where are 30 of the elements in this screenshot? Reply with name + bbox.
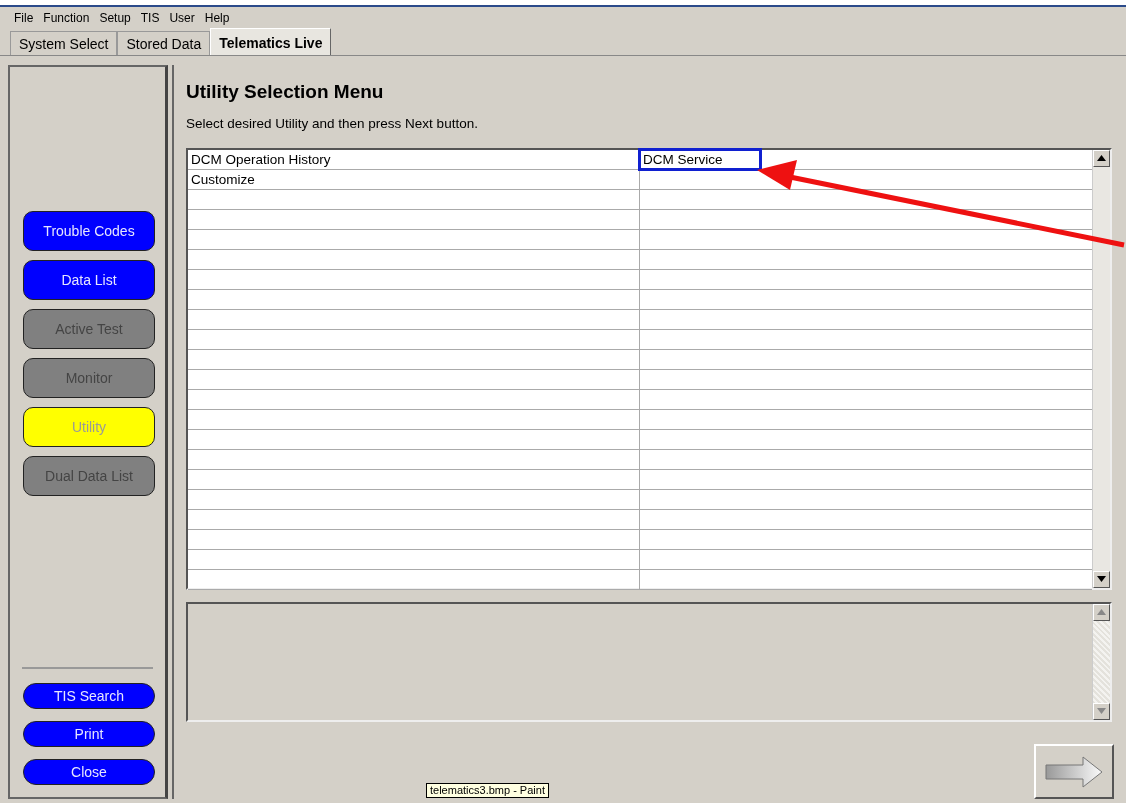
scroll-up-button[interactable] [1093, 149, 1110, 167]
menu-item[interactable]: Help [204, 10, 230, 26]
table-cell[interactable]: DCM Operation History [188, 149, 640, 169]
menu-item[interactable]: File [14, 10, 34, 26]
tooltip: telematics3.bmp - Paint [426, 783, 549, 798]
next-button[interactable] [1034, 744, 1114, 799]
function-button[interactable]: Data List [23, 260, 155, 300]
tab[interactable]: Stored Data [117, 31, 211, 55]
down-arrow-icon [1097, 708, 1106, 715]
menu-item[interactable]: Function [43, 10, 90, 26]
highlighted-cell[interactable]: DCM Service [640, 149, 760, 169]
tab[interactable]: Telematics Live [210, 28, 332, 55]
menu-item[interactable]: Setup [99, 10, 131, 26]
menu-item[interactable]: TIS [140, 10, 160, 26]
tab[interactable]: System Select [10, 31, 118, 55]
menu-title: Utility Selection Menu [186, 80, 385, 104]
tool-button[interactable]: TIS Search [23, 683, 155, 709]
scroll-down-button[interactable] [1093, 702, 1110, 720]
scroll-down-button[interactable] [1093, 570, 1110, 588]
menu-item[interactable]: User [169, 10, 195, 26]
tool-button[interactable]: Print [23, 721, 155, 747]
function-button[interactable]: Trouble Codes [23, 211, 155, 251]
arrow-icon [1045, 755, 1103, 788]
up-arrow-icon [1097, 609, 1106, 616]
down-arrow-icon [1097, 576, 1106, 583]
table-cell[interactable]: Customize [188, 169, 640, 189]
up-arrow-icon [1097, 155, 1106, 162]
instruction-text: Select desired Utility and then press Next button. [186, 114, 479, 133]
scroll-up-button[interactable] [1093, 603, 1110, 621]
tool-button[interactable]: Close [23, 759, 155, 785]
